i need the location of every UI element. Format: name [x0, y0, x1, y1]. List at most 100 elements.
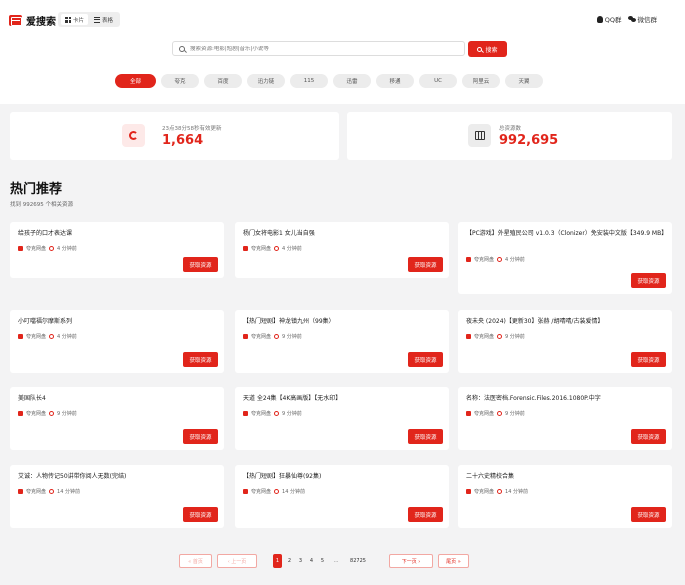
card-meta: 夸克网盘 9 分钟前: [466, 333, 525, 340]
resource-card: 【热门短剧】狂暴仙尊(92集) 夸克网盘 14 分钟前 获取资源: [235, 465, 449, 528]
search-button[interactable]: 搜索: [468, 41, 507, 57]
pagination: « 首页 ‹ 上一页 1 2 3 4 5 ... 82725 下一页 › 尾页 …: [179, 554, 469, 568]
get-resource-button[interactable]: 获取资源: [408, 507, 443, 522]
netdisk-icon: [18, 246, 23, 251]
card-source: 夸克网盘: [26, 411, 47, 417]
netdisk-icon: [243, 411, 248, 416]
resource-card: 二十六史精校合集 夸克网盘 14 分钟前 获取资源: [458, 465, 672, 528]
grid-icon: [65, 16, 71, 23]
card-meta: 夸克网盘 4 分钟前: [18, 245, 77, 252]
view-card-label: 卡片: [73, 17, 85, 24]
get-resource-button[interactable]: 获取资源: [631, 507, 666, 522]
card-meta: 夸克网盘 14 分钟前: [18, 488, 80, 495]
filter-chip-tianyi[interactable]: 天翼: [505, 74, 543, 88]
filter-chip-yidong[interactable]: 移通: [376, 74, 414, 88]
resource-card: 给孩子的口才表达课 夸克网盘 4 分钟前 获取资源: [10, 222, 224, 278]
card-title[interactable]: 名称：法医密档.Forensic.Files.2016.1080P.中字: [466, 394, 666, 403]
card-meta: 夸克网盘 9 分钟前: [243, 333, 302, 340]
page-number[interactable]: 3: [296, 554, 305, 568]
netdisk-icon: [243, 246, 248, 251]
page-number[interactable]: 2: [285, 554, 294, 568]
qq-group-label: QQ群: [604, 16, 622, 24]
wechat-icon: [627, 16, 636, 22]
logo-icon: [9, 15, 22, 26]
brand[interactable]: 爱搜索: [9, 13, 56, 28]
view-table-button[interactable]: 表格: [90, 14, 117, 25]
card-source: 夸克网盘: [26, 334, 47, 340]
card-time: 9 分钟前: [505, 334, 525, 340]
filter-chip-all[interactable]: 全部: [115, 74, 156, 88]
page-first-button[interactable]: « 首页: [179, 554, 212, 568]
card-title[interactable]: 给孩子的口才表达课: [18, 229, 218, 238]
card-title[interactable]: 美国队长4: [18, 394, 218, 403]
card-source: 夸克网盘: [251, 489, 272, 495]
card-time: 4 分钟前: [282, 246, 302, 252]
qq-group-link[interactable]: QQ群: [596, 14, 622, 24]
top-links: QQ群 微信群: [596, 14, 657, 24]
refresh-icon: [129, 131, 138, 140]
filter-chip-aliyun[interactable]: 阿里云: [462, 74, 500, 88]
filter-chip-uc[interactable]: UC: [419, 74, 457, 88]
card-title[interactable]: 夜未央 (2024)【更新30】张赫 /胡晴晴/古装爱情】: [466, 317, 666, 326]
page-last-button[interactable]: 尾页 »: [438, 554, 469, 568]
stat-updated-card: 23点38分58秒有效更新 1,664: [10, 112, 339, 160]
section-title: 热门推荐: [10, 182, 63, 197]
clock-icon: [274, 246, 280, 251]
card-title[interactable]: 小叮噹福尔摩斯系列: [18, 317, 218, 326]
filter-chip-baidu[interactable]: 百度: [204, 74, 242, 88]
card-meta: 夸克网盘 9 分钟前: [18, 410, 77, 417]
filter-chip-xunlei[interactable]: 迅雷: [333, 74, 371, 88]
get-resource-button[interactable]: 获取资源: [408, 352, 443, 367]
page-number[interactable]: 4: [307, 554, 316, 568]
get-resource-button[interactable]: 获取资源: [408, 429, 443, 444]
card-title[interactable]: 【PC游戏】外星殖民公司 v1.0.3（Clonizer）免安装中文版【349.…: [466, 229, 667, 238]
page-number[interactable]: 1: [273, 554, 282, 568]
film-icon: [474, 131, 485, 140]
wechat-group-link[interactable]: 微信群: [627, 14, 657, 24]
get-resource-button[interactable]: 获取资源: [183, 507, 218, 522]
card-title[interactable]: 杨门女将电影1 女儿当自强: [243, 229, 443, 238]
card-title[interactable]: 二十六史精校合集: [466, 472, 666, 481]
resource-card: 艾诚：人物传记50讲带你阅人无数(完结) 夸克网盘 14 分钟前 获取资源: [10, 465, 224, 528]
card-title[interactable]: 天道 全24集【4K高画版】【无水印】: [243, 394, 443, 403]
get-resource-button[interactable]: 获取资源: [183, 429, 218, 444]
card-title[interactable]: 【热门短剧】狂暴仙尊(92集): [243, 472, 443, 481]
card-source: 夸克网盘: [251, 334, 272, 340]
filter-chip-xunli[interactable]: 迅力链: [247, 74, 285, 88]
page-number[interactable]: 5: [318, 554, 327, 568]
page-next-button[interactable]: 下一页 ›: [389, 554, 433, 568]
section-subtitle: 找到 992695 个相关资源: [10, 202, 73, 208]
resource-card: 名称：法医密档.Forensic.Files.2016.1080P.中字 夸克网…: [458, 387, 672, 450]
card-title[interactable]: 【热门短剧】神龙镇九州（99集）: [243, 317, 443, 326]
card-source: 夸克网盘: [26, 246, 47, 252]
get-resource-button[interactable]: 获取资源: [631, 273, 666, 288]
card-title[interactable]: 艾诚：人物传记50讲带你阅人无数(完结): [18, 472, 218, 481]
get-resource-button[interactable]: 获取资源: [183, 257, 218, 272]
resource-card: 杨门女将电影1 女儿当自强 夸克网盘 4 分钟前 获取资源: [235, 222, 449, 278]
get-resource-button[interactable]: 获取资源: [183, 352, 218, 367]
page-prev-button[interactable]: ‹ 上一页: [217, 554, 257, 568]
card-time: 14 分钟前: [57, 489, 80, 495]
stat-updated-value: 1,664: [162, 133, 204, 148]
header: 爱搜索 卡片 表格 QQ群 微信群 搜索 全部 夸克 百度 迅力链 1: [0, 0, 685, 104]
get-resource-button[interactable]: 获取资源: [631, 429, 666, 444]
filter-chip-quark[interactable]: 夸克: [161, 74, 199, 88]
get-resource-button[interactable]: 获取资源: [408, 257, 443, 272]
brand-title: 爱搜索: [26, 17, 56, 28]
filter-chip-115[interactable]: 115: [290, 74, 328, 88]
view-card-button[interactable]: 卡片: [61, 14, 89, 25]
netdisk-icon: [243, 489, 248, 494]
card-meta: 夸克网盘 14 分钟前: [243, 488, 305, 495]
clock-icon: [497, 489, 503, 494]
stat-total-card: 总资源数 992,695: [347, 112, 672, 160]
search-button-icon: [477, 46, 483, 52]
view-toggle: 卡片 表格: [58, 12, 121, 27]
clock-icon: [49, 411, 55, 416]
page-last-number[interactable]: 82725: [345, 554, 371, 568]
resource-card: 夜未央 (2024)【更新30】张赫 /胡晴晴/古装爱情】 夸克网盘 9 分钟前…: [458, 310, 672, 373]
get-resource-button[interactable]: 获取资源: [631, 352, 666, 367]
card-time: 9 分钟前: [57, 411, 77, 417]
netdisk-icon: [18, 334, 23, 339]
card-time: 4 分钟前: [505, 257, 525, 263]
search-input[interactable]: [190, 45, 450, 52]
